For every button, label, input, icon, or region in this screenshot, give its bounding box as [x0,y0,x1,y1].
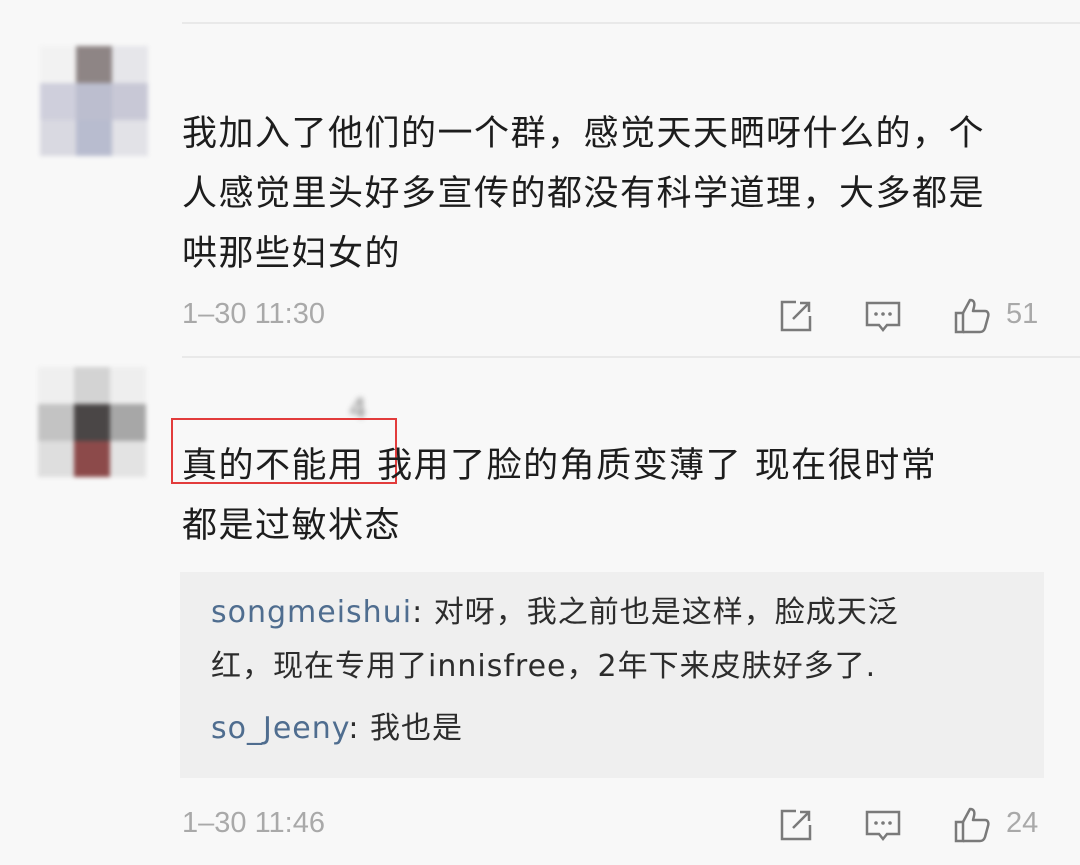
comment-text-line: 哄那些妇女的 [182,234,402,274]
comment-text-line: 人感觉里头好多宣传的都没有科学道理，大多都是 [182,174,986,214]
reply-item[interactable]: songmeishui: 对呀，我之前也是这样，脸成天泛 红，现在专用了inni… [211,586,899,694]
comment-item: 4 真的不能用 我用了脸的角质变薄了 现在很时常 都是过敏状态 songmeis… [0,358,1080,865]
comment-item: 我加入了他们的一个群，感觉天天晒呀什么的，个 人感觉里头好多宣传的都没有科学道理… [0,24,1080,358]
comment-text: 我加入了他们的一个群，感觉天天晒呀什么的，个 人感觉里头好多宣传的都没有科学道理… [182,104,1062,284]
like-count: 51 [1006,298,1039,330]
avatar[interactable] [38,367,146,477]
share-icon[interactable] [776,805,816,845]
comment-footer: 1–30 11:30 51 [182,292,1042,336]
reply-icon[interactable] [863,296,903,336]
reply-separator: : [412,595,434,630]
thumbs-up-icon[interactable] [952,296,992,336]
reply-username[interactable]: so_Jeeny [211,711,348,746]
reply-thread[interactable]: songmeishui: 对呀，我之前也是这样，脸成天泛 红，现在专用了inni… [180,572,1044,778]
reply-item[interactable]: so_Jeeny: 我也是 [211,702,463,756]
reply-text: 对呀，我之前也是这样，脸成天泛 [433,595,899,630]
timestamp: 1–30 11:46 [182,807,325,839]
username[interactable] [182,57,282,91]
reply-icon[interactable] [863,805,903,845]
comment-footer: 1–30 11:46 24 [182,801,1042,845]
comment-text-line: 真的不能用 我用了脸的角质变薄了 现在很时常 [182,446,938,486]
comment-text: 真的不能用 我用了脸的角质变薄了 现在很时常 都是过敏状态 [182,436,1042,556]
thumbs-up-icon[interactable] [952,805,992,845]
avatar[interactable] [40,46,148,156]
reply-username[interactable]: songmeishui [211,595,412,630]
timestamp: 1–30 11:30 [182,298,325,330]
reply-text-line: 红，现在专用了innisfree，2年下来皮肤好多了. [211,649,877,684]
reply-line: so_Jeeny: 我也是 [211,702,463,756]
like-count: 24 [1006,807,1039,839]
reply-text: 我也是 [370,711,463,746]
reply-line: songmeishui: 对呀，我之前也是这样，脸成天泛 [211,586,899,640]
reply-separator: : [348,711,370,746]
share-icon[interactable] [776,296,816,336]
comment-text-line: 我加入了他们的一个群，感觉天天晒呀什么的，个 [182,114,986,154]
comment-text-line: 都是过敏状态 [182,506,402,546]
